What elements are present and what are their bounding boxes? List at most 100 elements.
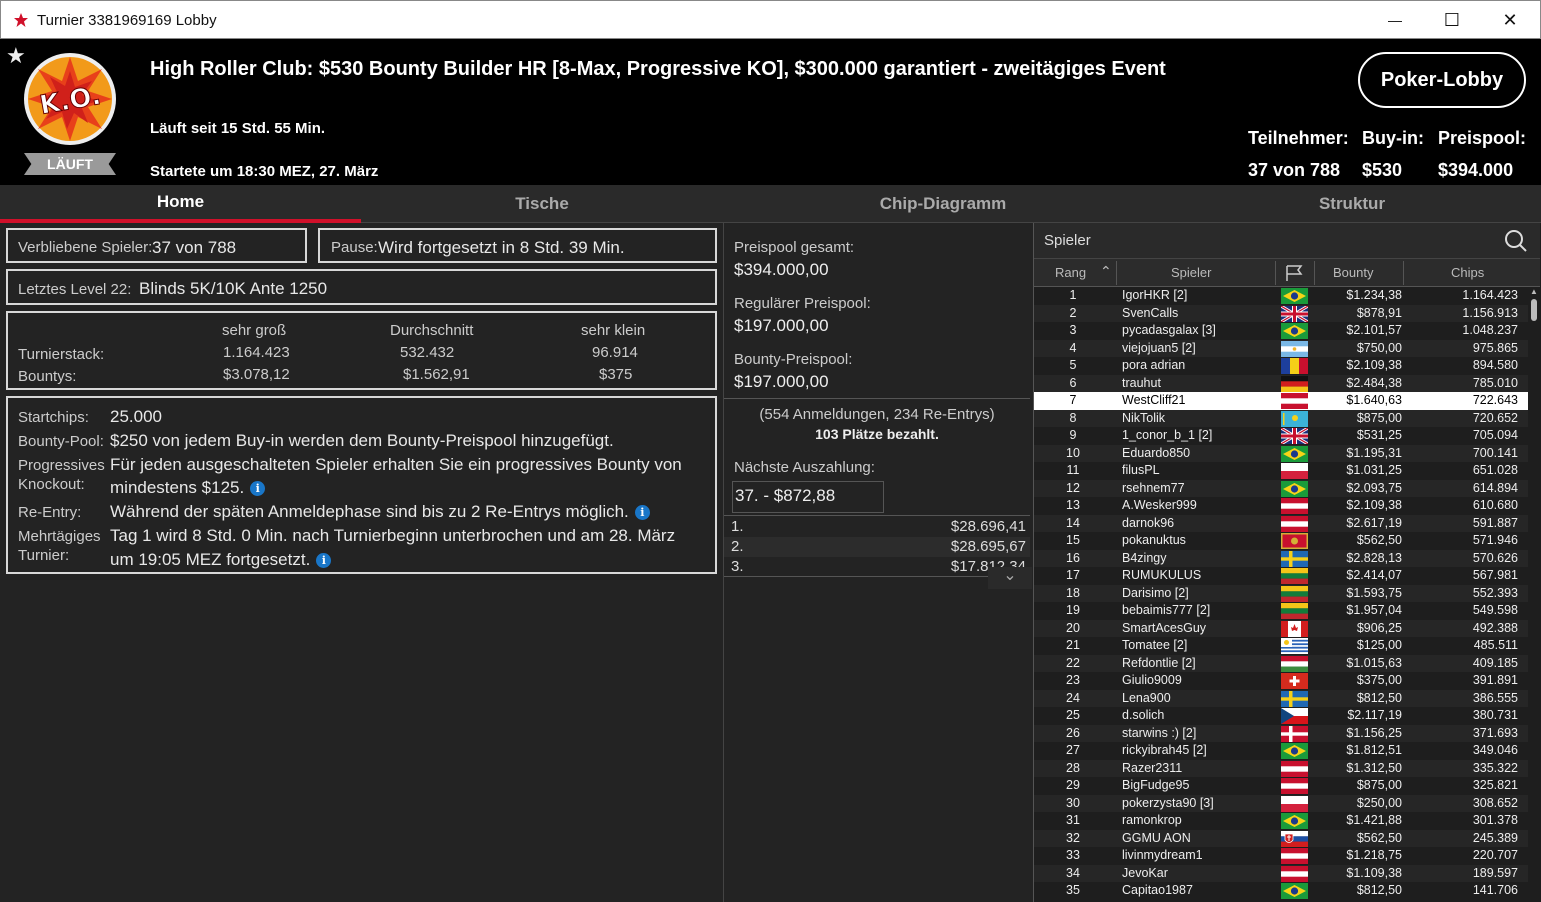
country-flag-icon [1281, 795, 1308, 812]
player-row[interactable]: 27 rickyibrah45 [2] $1.812,51 349.046 [1034, 742, 1528, 760]
player-row[interactable]: 25 d.solich $2.117,19 380.731 [1034, 707, 1528, 725]
player-chips: 975.865 [1472, 340, 1518, 355]
player-bounty: $1.031,25 [1346, 463, 1402, 477]
player-row[interactable]: 11 filusPL $1.031,25 651.028 [1034, 462, 1528, 480]
player-row[interactable]: 20 SmartAcesGuy $906,25 492.388 [1034, 619, 1528, 637]
player-row[interactable]: 21 Tomatee [2] $125,00 485.511 [1034, 637, 1528, 655]
player-name: IgorHKR [2] [1122, 288, 1188, 302]
player-search-bar[interactable]: Spieler [1034, 223, 1540, 259]
player-row[interactable]: 3 pycadasgalax [3] $2.101,57 1.048.237 [1034, 322, 1528, 340]
player-row[interactable]: 4 viejojuan5 [2] $750,00 975.865 [1034, 339, 1528, 357]
player-chips: 492.388 [1472, 620, 1518, 635]
scroll-up-icon[interactable]: ▲ [1530, 287, 1538, 296]
player-row[interactable]: 35 Capitao1987 $812,50 141.706 [1034, 882, 1528, 900]
tab-home[interactable]: Home [0, 185, 361, 223]
reentry-info-icon[interactable]: i [634, 505, 650, 520]
country-flag-icon [1281, 638, 1308, 654]
next-payout-label: Nächste Auszahlung: [734, 459, 875, 476]
players-scrollbar[interactable]: ▲ [1528, 287, 1540, 902]
lobby-window: Turnier 3381969169 Lobby — ☐ ✕ ★ K.O. LÄ… [0, 0, 1541, 902]
player-name: GGMU AON [1122, 830, 1191, 845]
player-row[interactable]: 12 rsehnem77 $2.093,75 614.894 [1034, 479, 1528, 497]
tab-tables[interactable]: Tische [361, 185, 723, 223]
knockout-badge-icon: K.O. [24, 53, 116, 145]
player-rank: 23 [1066, 673, 1080, 687]
maximize-button[interactable]: ☐ [1429, 1, 1475, 39]
pause-box: Pause: Wird fortgesetzt in 8 Std. 39 Min… [318, 228, 717, 263]
prize-divider [724, 398, 1030, 399]
poker-lobby-button[interactable]: Poker-Lobby [1358, 52, 1526, 108]
player-row[interactable]: 14 darnok96 $2.617,19 591.887 [1034, 514, 1528, 532]
players-panel: Spieler Rang ⌃ Spieler Bounty Chips 1 Ig… [1033, 223, 1541, 902]
country-flag-icon [1281, 445, 1308, 462]
multiday-value-1: Tag 1 wird 8 Std. 0 Min. nach Turnierbeg… [110, 526, 676, 545]
player-rank: 24 [1066, 690, 1080, 705]
player-chips: 720.652 [1472, 410, 1518, 425]
pko-value-line2: mindestens $125. i [110, 478, 266, 498]
player-row[interactable]: 6 trauhut $2.484,38 785.010 [1034, 374, 1528, 392]
bountypool-value: $250 von jedem Buy-in werden dem Bounty-… [110, 431, 614, 450]
minimize-button[interactable]: — [1372, 1, 1418, 39]
player-row[interactable]: 28 Razer2311 $1.312,50 335.322 [1034, 759, 1528, 777]
player-row[interactable]: 32 GGMU AON $562,50 245.389 [1034, 829, 1528, 847]
multiday-info-icon[interactable]: i [316, 553, 332, 568]
player-row[interactable]: 7 WestCliff21 $1.640,63 722.643 [1034, 392, 1528, 410]
stack-header-average: Durchschnitt [390, 322, 474, 339]
player-row[interactable]: 5 pora adrian $2.109,38 894.580 [1034, 357, 1528, 375]
col-name-header[interactable]: Spieler [1171, 265, 1211, 280]
player-name: 1_conor_b_1 [2] [1122, 428, 1213, 442]
pko-info-icon[interactable]: i [250, 481, 266, 496]
player-bounty: $2.109,38 [1346, 358, 1402, 372]
player-name: ramonkrop [1122, 813, 1182, 827]
player-chips: 705.094 [1472, 428, 1518, 442]
player-row[interactable]: 26 starwins :) [2] $1.156,25 371.693 [1034, 724, 1528, 742]
sort-ascending-icon[interactable]: ⌃ [1100, 263, 1112, 280]
bountypool-label: Bounty-Pool: [18, 433, 104, 450]
tab-chip-chart[interactable]: Chip-Diagramm [723, 185, 1163, 223]
player-chips: 591.887 [1472, 515, 1518, 530]
player-row[interactable]: 23 Giulio9009 $375,00 391.891 [1034, 672, 1528, 690]
player-row[interactable]: 9 1_conor_b_1 [2] $531,25 705.094 [1034, 427, 1528, 445]
col-rank-header[interactable]: Rang [1055, 265, 1086, 280]
player-row[interactable]: 34 JevoKar $1.109,38 189.597 [1034, 864, 1528, 882]
entries-text: (554 Anmeldungen, 234 Re-Entrys) [759, 406, 995, 423]
player-row[interactable]: 22 Refdontlie [2] $1.015,63 409.185 [1034, 654, 1528, 672]
payout-amount: $28.695,67 [950, 538, 1026, 555]
player-row[interactable]: 17 RUMUKULUS $2.414,07 567.981 [1034, 567, 1528, 585]
player-row[interactable]: 16 B4zingy $2.828,13 570.626 [1034, 549, 1528, 567]
show-more-payouts-icon[interactable]: ⌄ [988, 567, 1032, 589]
prizepool-value: $394.000 [1438, 160, 1514, 180]
col-bounty-header[interactable]: Bounty [1333, 265, 1373, 280]
tab-structure[interactable]: Struktur [1163, 185, 1541, 223]
player-row[interactable]: 31 ramonkrop $1.421,88 301.378 [1034, 812, 1528, 830]
player-row[interactable]: 18 Darisimo [2] $1.593,75 552.393 [1034, 584, 1528, 602]
player-row[interactable]: 10 Eduardo850 $1.195,31 700.141 [1034, 444, 1528, 462]
reentry-label: Re-Entry: [18, 504, 82, 521]
player-row[interactable]: 24 Lena900 $812,50 386.555 [1034, 689, 1528, 707]
startchips-label: Startchips: [18, 409, 89, 426]
player-chips: 614.894 [1472, 480, 1518, 495]
col-chips-header[interactable]: Chips [1451, 265, 1484, 280]
search-icon[interactable] [1504, 229, 1528, 253]
scrollbar-thumb[interactable] [1531, 299, 1537, 321]
col-separator [1403, 261, 1404, 285]
player-row[interactable]: 15 pokanuktus $562,50 571.946 [1034, 532, 1528, 550]
player-row[interactable]: 2 SvenCalls $878,91 1.156.913 [1034, 304, 1528, 322]
player-row[interactable]: 19 bebaimis777 [2] $1.957,04 549.598 [1034, 602, 1528, 620]
payout-rank: 2. [731, 538, 744, 555]
player-chips: 141.706 [1472, 883, 1518, 897]
level-label: Letztes Level 22: [18, 281, 132, 298]
player-chips: 552.393 [1472, 585, 1518, 600]
flag-column-icon[interactable] [1285, 265, 1303, 281]
player-row[interactable]: 29 BigFudge95 $875,00 325.821 [1034, 777, 1528, 795]
player-row[interactable]: 8 NikTolik $875,00 720.652 [1034, 409, 1528, 427]
close-button[interactable]: ✕ [1487, 1, 1533, 39]
player-name: A.Wesker999 [1122, 498, 1197, 512]
payout-bottom-divider [724, 576, 1030, 577]
country-flag-icon [1281, 725, 1308, 742]
player-row[interactable]: 13 A.Wesker999 $2.109,38 610.680 [1034, 497, 1528, 515]
player-rank: 17 [1066, 568, 1080, 582]
player-row[interactable]: 33 livinmydream1 $1.218,75 220.707 [1034, 847, 1528, 865]
player-row[interactable]: 1 IgorHKR [2] $1.234,38 1.164.423 [1034, 287, 1528, 305]
player-row[interactable]: 30 pokerzysta90 [3] $250,00 308.652 [1034, 794, 1528, 812]
